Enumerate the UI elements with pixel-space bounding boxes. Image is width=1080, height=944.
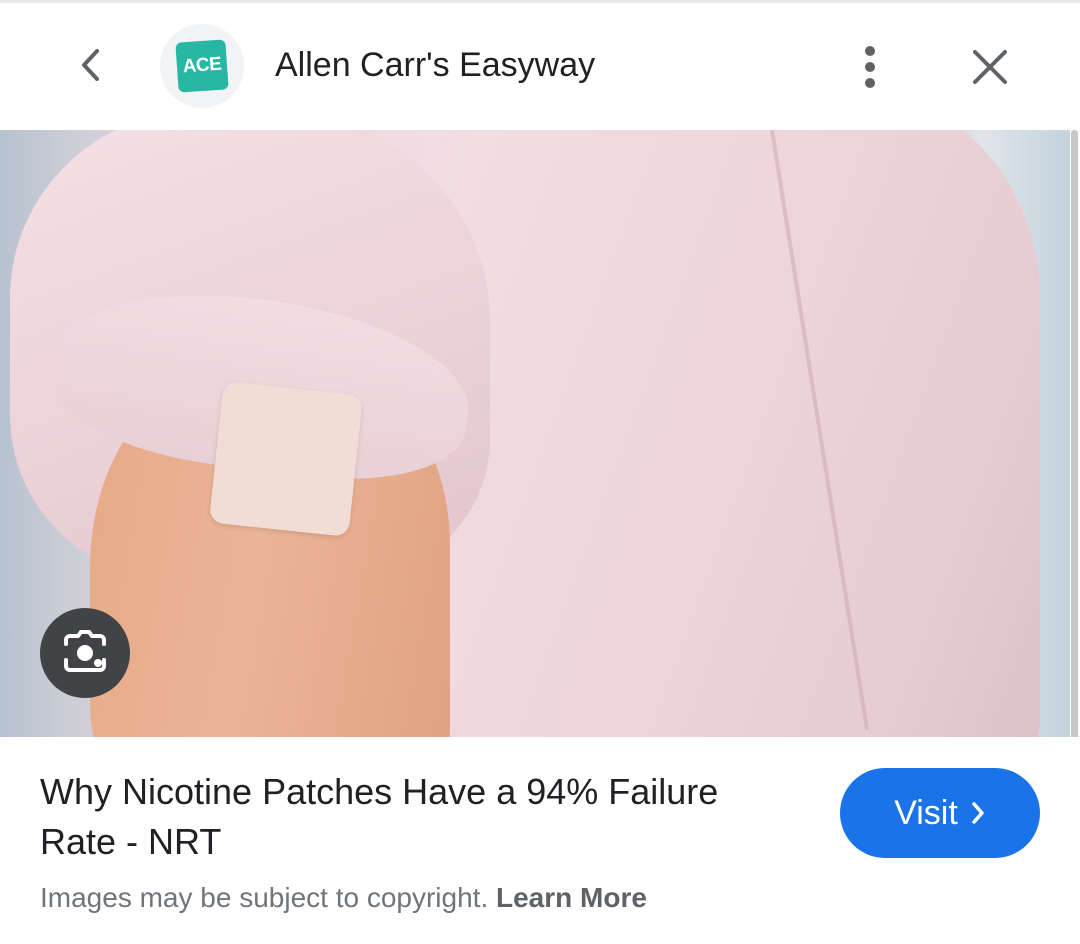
more-options-button[interactable] (846, 35, 894, 99)
logo-text: ACE (181, 53, 222, 78)
visit-button[interactable]: Visit (840, 768, 1040, 858)
lens-search-button[interactable] (40, 608, 130, 698)
lens-search-icon (64, 630, 106, 672)
learn-more-link[interactable]: Learn More (496, 882, 647, 913)
chevron-left-icon (82, 49, 99, 81)
viewer-header: ACE Allen Carr's Easyway (0, 3, 1080, 130)
result-caption: Why Nicotine Patches Have a 94% Failure … (0, 737, 1080, 944)
copyright-notice: Images may be subject to copyright. Lear… (40, 878, 647, 918)
close-icon (973, 50, 1007, 84)
back-button[interactable] (60, 33, 120, 97)
image-nicotine-patch (208, 381, 364, 537)
copyright-text: Images may be subject to copyright. (40, 882, 489, 913)
ace-logo-icon: ACE (175, 39, 229, 93)
image-shirt-body (420, 130, 1040, 737)
result-image[interactable] (0, 130, 1070, 737)
more-vert-icon (865, 46, 875, 88)
site-name[interactable]: Allen Carr's Easyway (275, 41, 595, 89)
site-logo[interactable]: ACE (160, 24, 244, 108)
close-button[interactable] (960, 35, 1020, 99)
visit-label: Visit (894, 793, 958, 832)
chevron-right-icon (972, 802, 984, 824)
result-title[interactable]: Why Nicotine Patches Have a 94% Failure … (40, 767, 760, 867)
